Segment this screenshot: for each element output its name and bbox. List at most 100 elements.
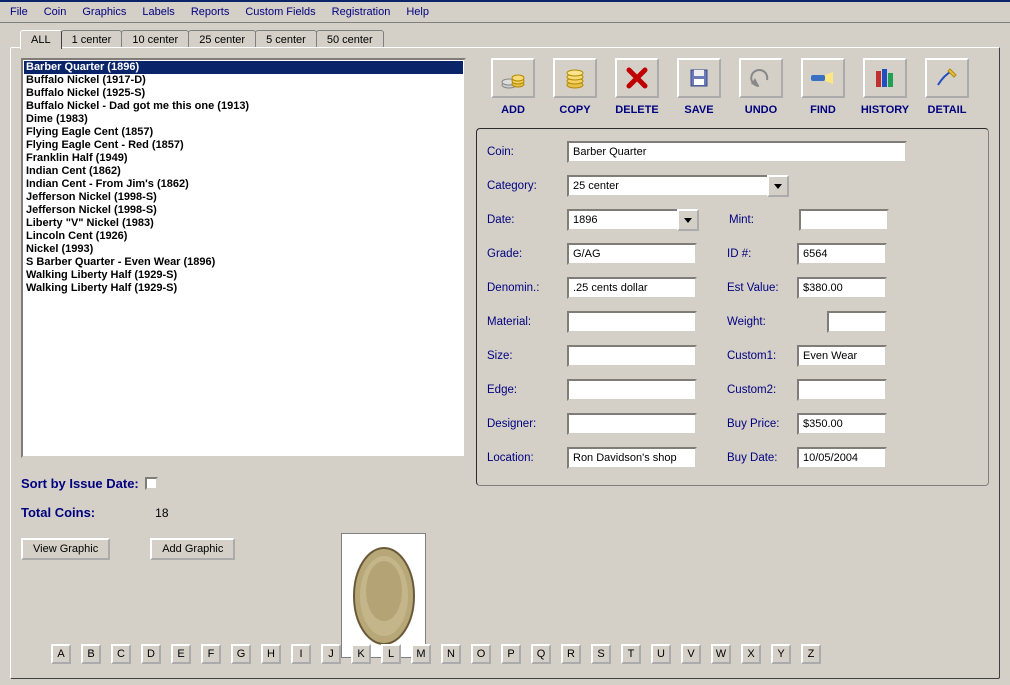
coin-listbox[interactable]: Barber Quarter (1896)Buffalo Nickel (191… [21, 58, 466, 458]
alpha-filter-i[interactable]: I [291, 644, 311, 664]
alpha-filter-g[interactable]: G [231, 644, 251, 664]
designer-field[interactable] [567, 413, 697, 435]
list-item[interactable]: Jefferson Nickel (1998-S) [24, 204, 463, 217]
id-field[interactable] [797, 243, 887, 265]
add-graphic-button[interactable]: Add Graphic [150, 538, 235, 560]
sort-checkbox[interactable] [145, 477, 158, 490]
main-panel: Barber Quarter (1896)Buffalo Nickel (191… [10, 47, 1000, 679]
alpha-filter-o[interactable]: O [471, 644, 491, 664]
material-field[interactable] [567, 311, 697, 333]
mint-field[interactable] [799, 209, 889, 231]
weight-field[interactable] [827, 311, 887, 333]
alpha-filter-n[interactable]: N [441, 644, 461, 664]
menu-custom-fields[interactable]: Custom Fields [239, 4, 321, 20]
alpha-filter-c[interactable]: C [111, 644, 131, 664]
save-button[interactable]: SAVE [672, 58, 726, 116]
list-item[interactable]: Flying Eagle Cent (1857) [24, 126, 463, 139]
grade-field[interactable] [567, 243, 697, 265]
list-item[interactable]: Dime (1983) [24, 113, 463, 126]
alpha-filter-q[interactable]: Q [531, 644, 551, 664]
menu-graphics[interactable]: Graphics [76, 4, 132, 20]
copy-button[interactable]: COPY [548, 58, 602, 116]
alpha-filter-e[interactable]: E [171, 644, 191, 664]
list-item[interactable]: Indian Cent - From Jim's (1862) [24, 178, 463, 191]
undo-button[interactable]: UNDO [734, 58, 788, 116]
alpha-filter-u[interactable]: U [651, 644, 671, 664]
list-item[interactable]: S Barber Quarter - Even Wear (1896) [24, 256, 463, 269]
alpha-filter-w[interactable]: W [711, 644, 731, 664]
books-icon [872, 65, 898, 91]
designer-label: Designer: [487, 418, 567, 430]
mint-label: Mint: [729, 214, 799, 226]
alpha-filter-row: ABCDEFGHIJKLMNOPQRSTUVWXYZ [51, 644, 821, 664]
pencil-icon [934, 65, 960, 91]
toolbar: ADD COPY DELETE SAVE [476, 58, 989, 116]
list-item[interactable]: Buffalo Nickel (1925-S) [24, 87, 463, 100]
alpha-filter-p[interactable]: P [501, 644, 521, 664]
edge-field[interactable] [567, 379, 697, 401]
alpha-filter-t[interactable]: T [621, 644, 641, 664]
alpha-filter-v[interactable]: V [681, 644, 701, 664]
alpha-filter-r[interactable]: R [561, 644, 581, 664]
menu-labels[interactable]: Labels [136, 4, 180, 20]
denom-field[interactable] [567, 277, 697, 299]
detail-button[interactable]: DETAIL [920, 58, 974, 116]
alpha-filter-f[interactable]: F [201, 644, 221, 664]
alpha-filter-a[interactable]: A [51, 644, 71, 664]
menu-help[interactable]: Help [400, 4, 435, 20]
estvalue-field[interactable] [797, 277, 887, 299]
view-graphic-button[interactable]: View Graphic [21, 538, 110, 560]
date-combo[interactable] [567, 209, 699, 231]
find-button[interactable]: FIND [796, 58, 850, 116]
buydate-field[interactable] [797, 447, 887, 469]
custom1-field[interactable] [797, 345, 887, 367]
chevron-down-icon[interactable] [677, 209, 699, 231]
coin-field[interactable] [567, 141, 907, 163]
alpha-filter-h[interactable]: H [261, 644, 281, 664]
alpha-filter-l[interactable]: L [381, 644, 401, 664]
buyprice-field[interactable] [797, 413, 887, 435]
grade-label: Grade: [487, 248, 567, 260]
list-item[interactable]: Buffalo Nickel - Dad got me this one (19… [24, 100, 463, 113]
list-item[interactable]: Flying Eagle Cent - Red (1857) [24, 139, 463, 152]
size-field[interactable] [567, 345, 697, 367]
delete-button[interactable]: DELETE [610, 58, 664, 116]
menu-registration[interactable]: Registration [326, 4, 397, 20]
list-item[interactable]: Walking Liberty Half (1929-S) [24, 282, 463, 295]
list-item[interactable]: Liberty "V" Nickel (1983) [24, 217, 463, 230]
alpha-filter-b[interactable]: B [81, 644, 101, 664]
list-item[interactable]: Indian Cent (1862) [24, 165, 463, 178]
list-item[interactable]: Barber Quarter (1896) [24, 61, 463, 74]
list-item[interactable]: Walking Liberty Half (1929-S) [24, 269, 463, 282]
menu-file[interactable]: File [4, 4, 34, 20]
alpha-filter-j[interactable]: J [321, 644, 341, 664]
alpha-filter-x[interactable]: X [741, 644, 761, 664]
tab-all[interactable]: ALL [20, 30, 62, 49]
custom2-field[interactable] [797, 379, 887, 401]
list-item[interactable]: Nickel (1993) [24, 243, 463, 256]
list-item[interactable]: Buffalo Nickel (1917-D) [24, 74, 463, 87]
alpha-filter-d[interactable]: D [141, 644, 161, 664]
alpha-filter-k[interactable]: K [351, 644, 371, 664]
custom1-label: Custom1: [727, 350, 797, 362]
location-field[interactable] [567, 447, 697, 469]
alpha-filter-y[interactable]: Y [771, 644, 791, 664]
material-label: Material: [487, 316, 567, 328]
coin-thumbnail [341, 533, 426, 658]
category-label: Category: [487, 180, 567, 192]
menu-reports[interactable]: Reports [185, 4, 236, 20]
history-button[interactable]: HISTORY [858, 58, 912, 116]
detail-form: Coin: Category: Date: [476, 128, 989, 486]
alpha-filter-m[interactable]: M [411, 644, 431, 664]
list-item[interactable]: Lincoln Cent (1926) [24, 230, 463, 243]
alpha-filter-z[interactable]: Z [801, 644, 821, 664]
x-icon [625, 66, 649, 90]
category-combo[interactable] [567, 175, 789, 197]
add-button[interactable]: ADD [486, 58, 540, 116]
alpha-filter-s[interactable]: S [591, 644, 611, 664]
menu-coin[interactable]: Coin [38, 4, 73, 20]
chevron-down-icon[interactable] [767, 175, 789, 197]
edge-label: Edge: [487, 384, 567, 396]
list-item[interactable]: Franklin Half (1949) [24, 152, 463, 165]
list-item[interactable]: Jefferson Nickel (1998-S) [24, 191, 463, 204]
